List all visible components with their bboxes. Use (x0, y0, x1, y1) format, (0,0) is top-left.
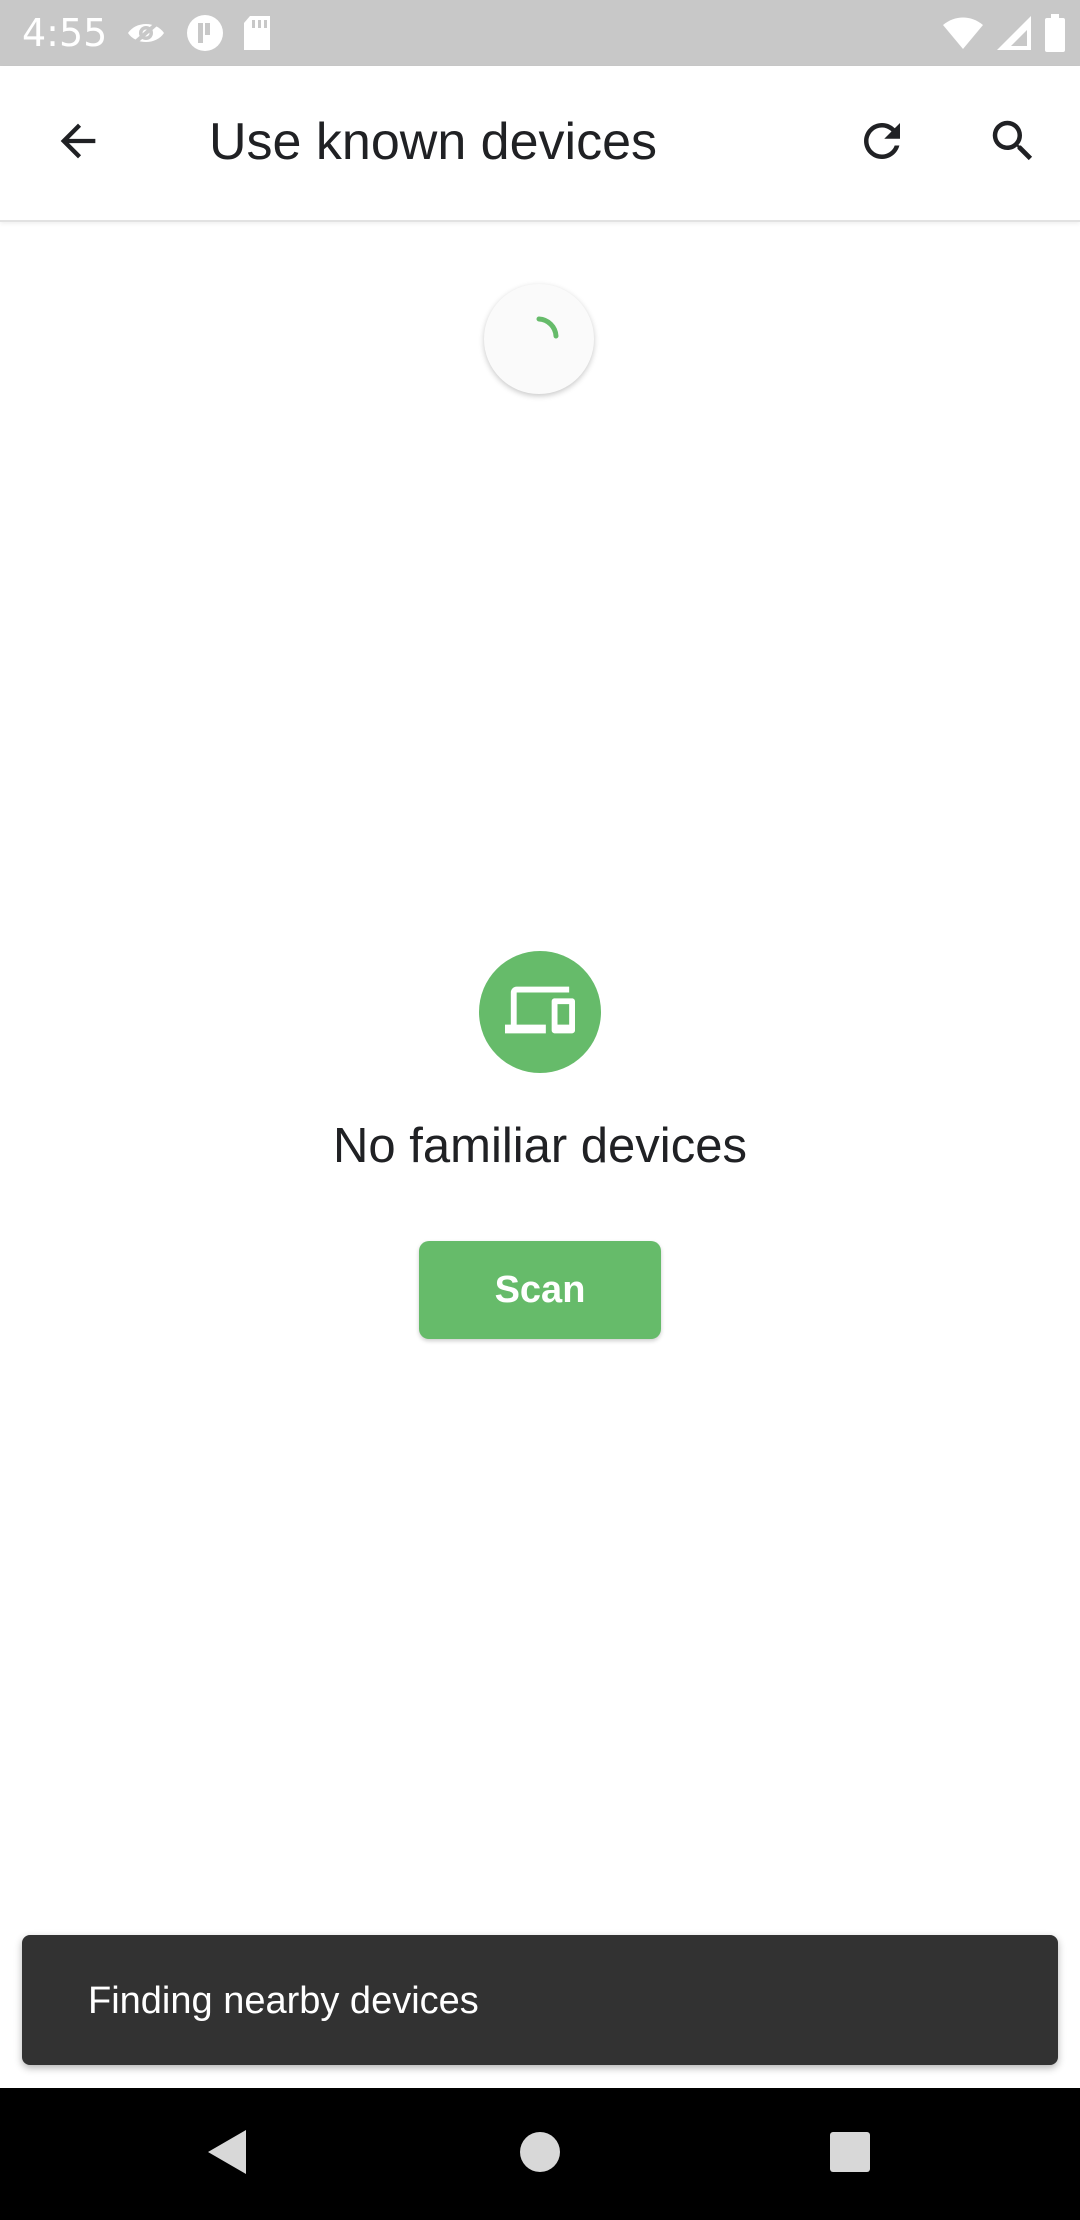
system-nav-bar (0, 2088, 1080, 2220)
refresh-button[interactable] (834, 95, 930, 191)
sd-card-icon (242, 15, 272, 51)
devices-icon-badge (479, 951, 601, 1073)
eye-slash-icon (124, 15, 168, 51)
refresh-icon (855, 114, 909, 173)
progress-spinner-icon (504, 302, 574, 377)
cell-signal-icon (996, 15, 1032, 51)
empty-state-message: No familiar devices (333, 1119, 747, 1173)
nav-home-icon (518, 2130, 562, 2179)
status-notification-icons (124, 12, 272, 54)
nav-back-button[interactable] (186, 2114, 266, 2194)
status-time: 4:55 (22, 11, 108, 55)
nav-home-button[interactable] (500, 2114, 580, 2194)
nav-back-icon (202, 2126, 250, 2183)
nav-recents-icon (829, 2131, 871, 2178)
search-button[interactable] (965, 95, 1061, 191)
snackbar-message: Finding nearby devices (88, 1980, 479, 2022)
nav-recents-button[interactable] (810, 2114, 890, 2194)
loading-indicator (484, 284, 594, 394)
app-bar: Use known devices (0, 66, 1080, 222)
devices-icon (505, 975, 575, 1050)
scan-button[interactable]: Scan (419, 1241, 661, 1339)
search-icon (986, 114, 1040, 173)
battery-icon (1044, 14, 1066, 52)
snackbar: Finding nearby devices (22, 1935, 1058, 2065)
t-circle-icon (186, 14, 224, 52)
page-title: Use known devices (209, 113, 657, 171)
back-button[interactable] (30, 95, 126, 191)
wifi-icon (942, 16, 984, 50)
status-bar: 4:55 (0, 0, 1080, 66)
arrow-back-icon (52, 115, 104, 172)
status-system-icons (942, 12, 1066, 54)
